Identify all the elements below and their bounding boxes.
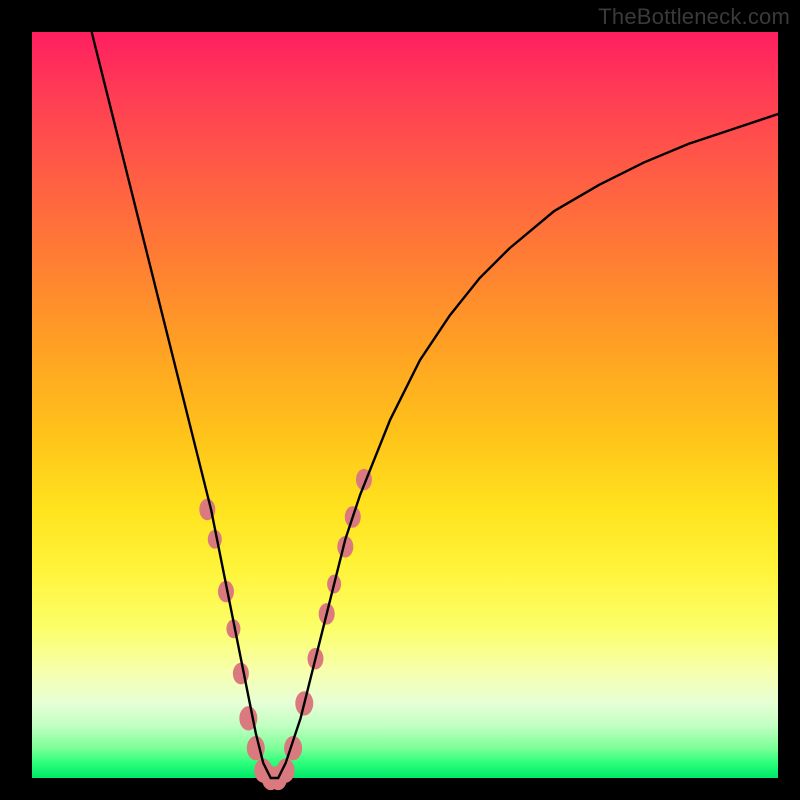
- plot-area: [32, 32, 778, 778]
- bottleneck-curve: [92, 32, 778, 778]
- watermark-text: TheBottleneck.com: [598, 4, 790, 30]
- chart-frame: TheBottleneck.com: [0, 0, 800, 800]
- marker-lobes: [199, 469, 372, 790]
- curve-layer: [32, 32, 778, 778]
